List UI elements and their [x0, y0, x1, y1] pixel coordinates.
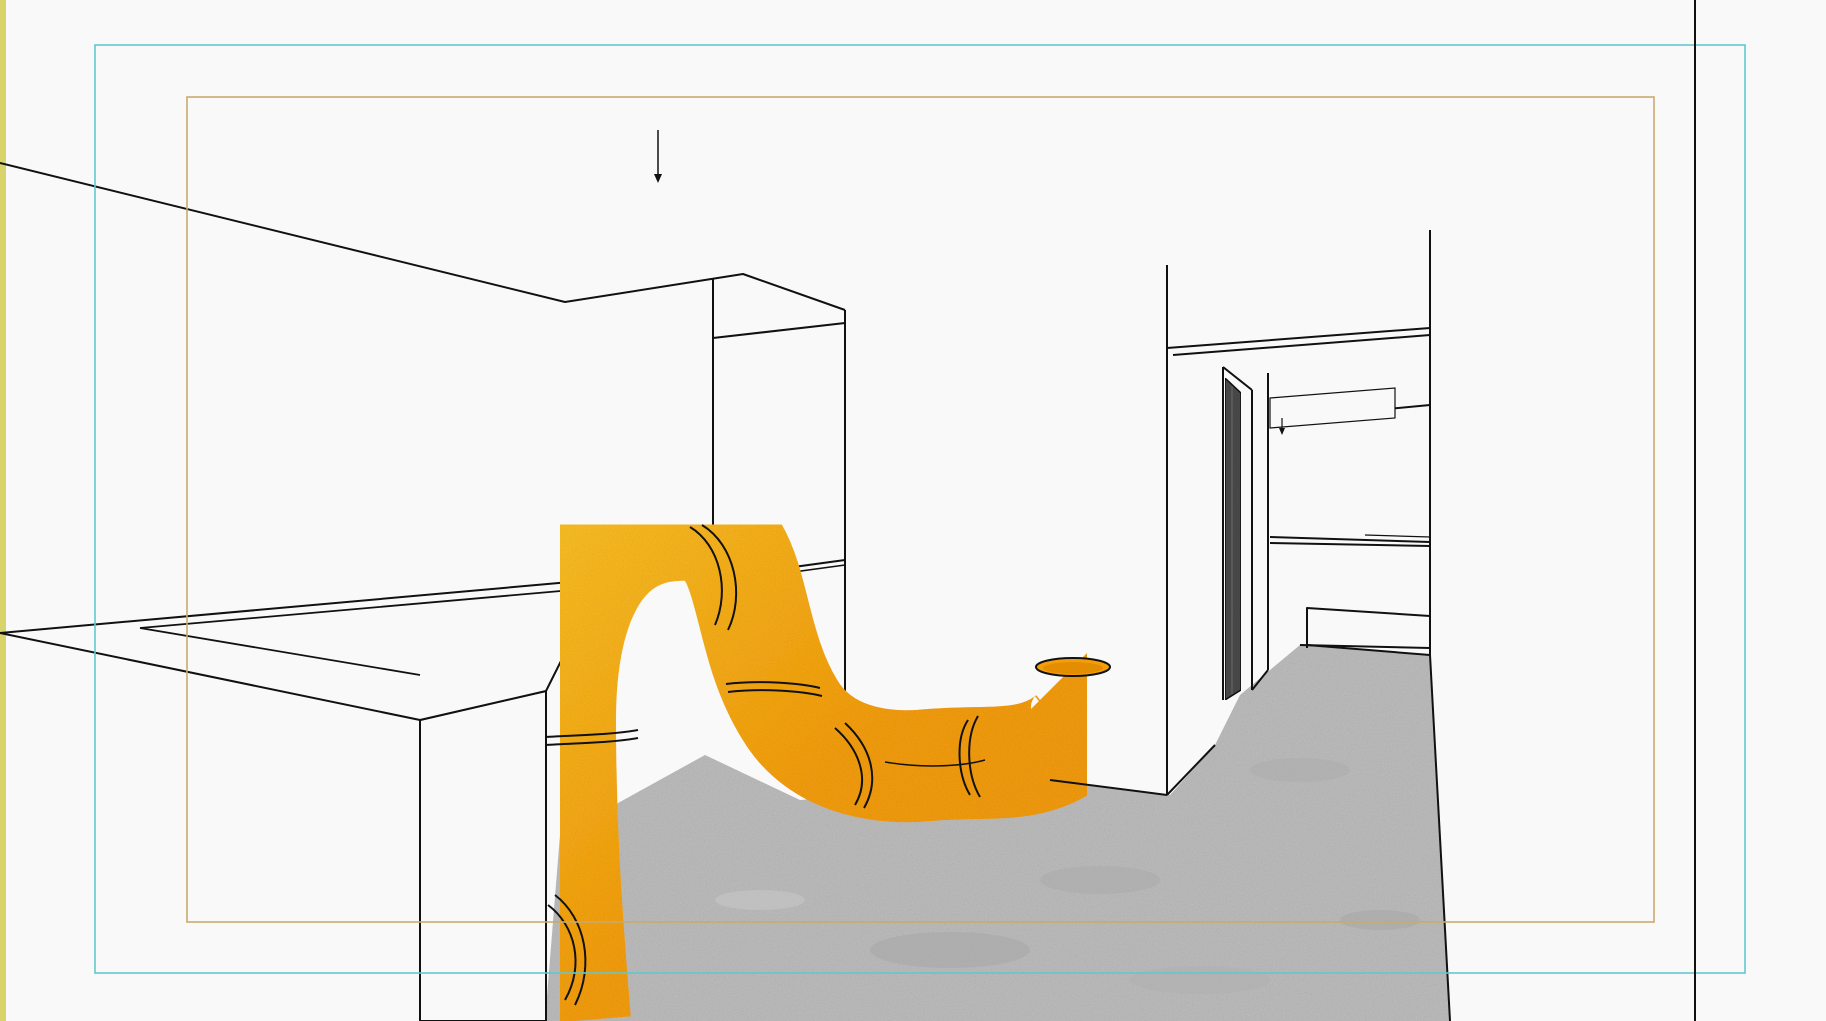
dark-wood-door	[1224, 376, 1242, 702]
scene-svg	[0, 0, 1826, 1021]
left-edge-strip	[0, 0, 6, 1021]
scene-canvas	[0, 0, 1826, 1021]
